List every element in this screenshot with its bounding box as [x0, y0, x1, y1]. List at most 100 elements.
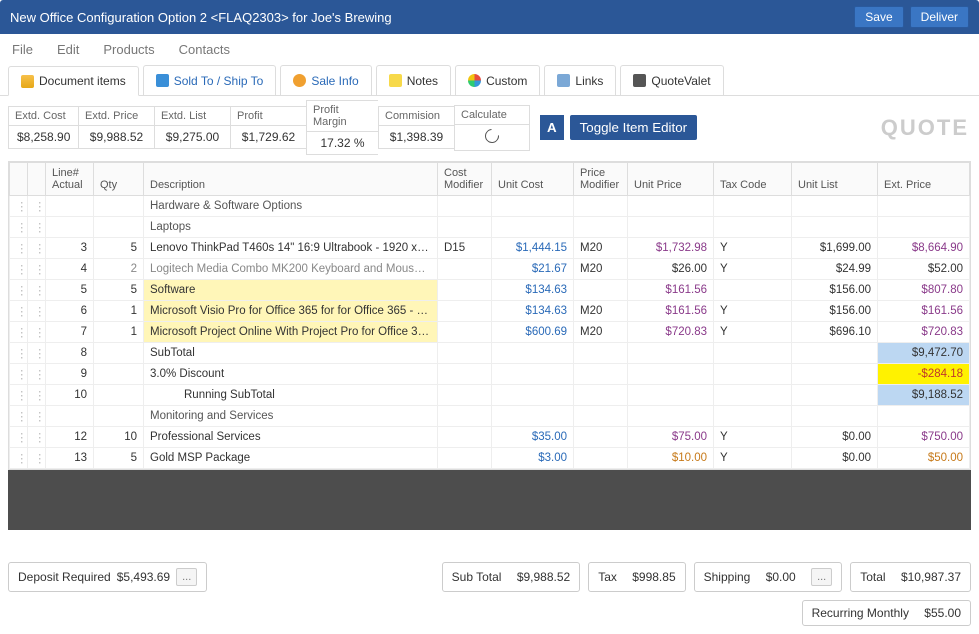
qty[interactable]: 1	[94, 301, 144, 322]
drag-handle-icon[interactable]: ⋮⋮	[10, 301, 28, 322]
deposit-edit-button[interactable]: ...	[176, 568, 197, 586]
qty[interactable]: 5	[94, 238, 144, 259]
unit-price[interactable]: $161.56	[628, 301, 714, 322]
price-modifier[interactable]: M20	[574, 322, 628, 343]
ext-price[interactable]: $9,472.70	[878, 343, 970, 364]
price-modifier[interactable]	[574, 280, 628, 301]
col-unit-cost[interactable]: Unit Cost	[492, 163, 574, 196]
tab-notes[interactable]: Notes	[376, 65, 451, 95]
unit-list[interactable]: $156.00	[792, 280, 878, 301]
subtotal-description[interactable]: Running SubTotal	[144, 385, 438, 406]
unit-list[interactable]: $1,699.00	[792, 238, 878, 259]
col-price-modifier[interactable]: Price Modifier	[574, 163, 628, 196]
cost-modifier[interactable]	[438, 259, 492, 280]
menu-file[interactable]: File	[12, 42, 33, 57]
unit-cost[interactable]: $3.00	[492, 448, 574, 469]
save-button[interactable]: Save	[854, 6, 903, 28]
unit-price[interactable]: $26.00	[628, 259, 714, 280]
tax-code[interactable]: Y	[714, 448, 792, 469]
tab-links[interactable]: Links	[544, 65, 616, 95]
description[interactable]: Microsoft Visio Pro for Office 365 for f…	[144, 301, 438, 322]
col-cost-modifier[interactable]: Cost Modifier	[438, 163, 492, 196]
line-number[interactable]: 3	[46, 238, 94, 259]
price-modifier[interactable]	[574, 427, 628, 448]
col-desc[interactable]: Description	[144, 163, 438, 196]
cost-modifier[interactable]	[438, 280, 492, 301]
qty[interactable]: 10	[94, 427, 144, 448]
tax-code[interactable]: Y	[714, 322, 792, 343]
row-menu-icon[interactable]: ⋮⋮	[28, 280, 46, 301]
ext-price[interactable]: $807.80	[878, 280, 970, 301]
row-menu-icon[interactable]: ⋮⋮	[28, 448, 46, 469]
unit-price[interactable]: $720.83	[628, 322, 714, 343]
unit-price[interactable]: $1,732.98	[628, 238, 714, 259]
col-line[interactable]: Line# Actual	[46, 163, 94, 196]
table-row[interactable]: ⋮⋮⋮⋮35Lenovo ThinkPad T460s 14" 16:9 Ult…	[10, 238, 970, 259]
description[interactable]: Microsoft Project Online With Project Pr…	[144, 322, 438, 343]
cost-modifier[interactable]: D15	[438, 238, 492, 259]
line-number[interactable]: 13	[46, 448, 94, 469]
line-number[interactable]: 8	[46, 343, 94, 364]
drag-handle-icon[interactable]: ⋮⋮	[10, 364, 28, 385]
ext-price[interactable]: $9,188.52	[878, 385, 970, 406]
table-row[interactable]: ⋮⋮⋮⋮42Logitech Media Combo MK200 Keyboar…	[10, 259, 970, 280]
ext-price[interactable]: $50.00	[878, 448, 970, 469]
unit-price[interactable]: $161.56	[628, 280, 714, 301]
tab-document-items[interactable]: Document items	[8, 66, 139, 96]
drag-handle-icon[interactable]: ⋮⋮	[10, 385, 28, 406]
a-button[interactable]: A	[540, 115, 564, 140]
section-description[interactable]: Monitoring and Services	[144, 406, 438, 427]
col-qty[interactable]: Qty	[94, 163, 144, 196]
table-row[interactable]: ⋮⋮⋮⋮135Gold MSP Package$3.00$10.00Y$0.00…	[10, 448, 970, 469]
table-row[interactable]: ⋮⋮⋮⋮Hardware & Software Options	[10, 196, 970, 217]
ext-price[interactable]: $8,664.90	[878, 238, 970, 259]
cost-modifier[interactable]	[438, 427, 492, 448]
price-modifier[interactable]	[574, 448, 628, 469]
line-number[interactable]: 5	[46, 280, 94, 301]
line-number[interactable]: 7	[46, 322, 94, 343]
table-row[interactable]: ⋮⋮⋮⋮10Running SubTotal$9,188.52	[10, 385, 970, 406]
menu-edit[interactable]: Edit	[57, 42, 79, 57]
section-description[interactable]: Hardware & Software Options	[144, 196, 438, 217]
drag-handle-icon[interactable]: ⋮⋮	[10, 427, 28, 448]
row-menu-icon[interactable]: ⋮⋮	[28, 301, 46, 322]
price-modifier[interactable]: M20	[574, 238, 628, 259]
tab-sold-ship[interactable]: Sold To / Ship To	[143, 65, 277, 95]
drag-handle-icon[interactable]: ⋮⋮	[10, 322, 28, 343]
drag-handle-icon[interactable]: ⋮⋮	[10, 217, 28, 238]
row-menu-icon[interactable]: ⋮⋮	[28, 238, 46, 259]
row-menu-icon[interactable]: ⋮⋮	[28, 322, 46, 343]
line-number[interactable]: 10	[46, 385, 94, 406]
qty[interactable]: 2	[94, 259, 144, 280]
shipping-edit-button[interactable]: ...	[811, 568, 832, 586]
description[interactable]: Software	[144, 280, 438, 301]
drag-handle-icon[interactable]: ⋮⋮	[10, 280, 28, 301]
qty[interactable]: 5	[94, 280, 144, 301]
col-unit-list[interactable]: Unit List	[792, 163, 878, 196]
tax-code[interactable]: Y	[714, 427, 792, 448]
unit-cost[interactable]: $21.67	[492, 259, 574, 280]
col-tax-code[interactable]: Tax Code	[714, 163, 792, 196]
cost-modifier[interactable]	[438, 322, 492, 343]
drag-handle-icon[interactable]: ⋮⋮	[10, 448, 28, 469]
unit-cost[interactable]: $600.69	[492, 322, 574, 343]
row-menu-icon[interactable]: ⋮⋮	[28, 259, 46, 280]
row-menu-icon[interactable]: ⋮⋮	[28, 343, 46, 364]
row-menu-icon[interactable]: ⋮⋮	[28, 364, 46, 385]
table-row[interactable]: ⋮⋮⋮⋮93.0% Discount-$284.18	[10, 364, 970, 385]
ext-price[interactable]: $720.83	[878, 322, 970, 343]
drag-handle-icon[interactable]: ⋮⋮	[10, 406, 28, 427]
row-menu-icon[interactable]: ⋮⋮	[28, 196, 46, 217]
drag-handle-icon[interactable]: ⋮⋮	[10, 238, 28, 259]
row-menu-icon[interactable]: ⋮⋮	[28, 406, 46, 427]
drag-handle-icon[interactable]: ⋮⋮	[10, 259, 28, 280]
line-number[interactable]: 4	[46, 259, 94, 280]
ext-price[interactable]: $52.00	[878, 259, 970, 280]
line-number[interactable]: 12	[46, 427, 94, 448]
drag-handle-icon[interactable]: ⋮⋮	[10, 343, 28, 364]
row-menu-icon[interactable]: ⋮⋮	[28, 427, 46, 448]
line-number[interactable]: 6	[46, 301, 94, 322]
unit-price[interactable]: $10.00	[628, 448, 714, 469]
qty[interactable]: 5	[94, 448, 144, 469]
toggle-item-editor-button[interactable]: Toggle Item Editor	[570, 115, 697, 140]
